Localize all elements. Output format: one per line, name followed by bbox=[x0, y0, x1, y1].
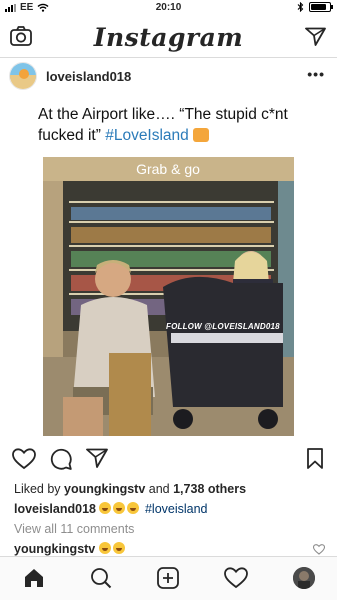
likes-count[interactable]: 1,738 others bbox=[173, 482, 246, 496]
activity-icon[interactable] bbox=[224, 567, 248, 589]
orange-heart-emoji-icon bbox=[193, 128, 210, 142]
liked-by-user[interactable]: youngkingstv bbox=[64, 482, 145, 496]
store-sign: Grab & go bbox=[136, 161, 200, 177]
home-icon[interactable] bbox=[23, 567, 45, 589]
bottom-tab-bar bbox=[0, 556, 337, 600]
caption-hashtag[interactable]: #loveisland bbox=[145, 502, 208, 516]
post-header: loveisland018 ••• bbox=[0, 58, 337, 96]
caption-username[interactable]: loveisland018 bbox=[14, 502, 96, 516]
search-icon[interactable] bbox=[90, 567, 112, 589]
liked-by-prefix: Liked by bbox=[14, 482, 65, 496]
post-username[interactable]: loveisland018 bbox=[46, 69, 131, 84]
comment-like-icon[interactable] bbox=[313, 544, 325, 555]
laughing-emoji-icon bbox=[98, 542, 111, 554]
new-post-icon[interactable] bbox=[157, 567, 179, 589]
post-actions bbox=[0, 446, 337, 476]
overlay-hashtag: #LoveIsland bbox=[105, 127, 189, 144]
laughing-emoji-icon bbox=[127, 502, 140, 514]
image-watermark: FOLLOW @LOVEISLAND018 bbox=[166, 322, 280, 331]
view-all-comments-link[interactable]: View all 11 comments bbox=[14, 522, 134, 536]
airport-photo: Grab & go bbox=[43, 157, 294, 436]
comment-icon[interactable] bbox=[50, 448, 72, 470]
share-icon[interactable] bbox=[86, 448, 108, 468]
avatar[interactable] bbox=[9, 62, 37, 90]
overlay-text-line1: At the Airport like…. “The stupid c*nt bbox=[38, 106, 288, 123]
direct-message-icon[interactable] bbox=[305, 27, 326, 46]
likes-summary: Liked by youngkingstv and 1,738 others bbox=[14, 482, 246, 496]
post-image[interactable]: At the Airport like…. “The stupid c*nt f… bbox=[0, 96, 337, 436]
battery-icon bbox=[309, 2, 333, 12]
top-navigation: Instagram bbox=[0, 16, 337, 58]
more-options-icon[interactable]: ••• bbox=[307, 66, 325, 82]
laughing-emoji-icon bbox=[113, 502, 126, 514]
status-time: 20:10 bbox=[155, 2, 182, 13]
bookmark-icon[interactable] bbox=[307, 448, 323, 469]
status-bar: EE 20:10 bbox=[0, 0, 337, 16]
heart-icon[interactable] bbox=[12, 448, 36, 470]
comment-username[interactable]: youngkingstv bbox=[14, 542, 95, 556]
laughing-emoji-icon bbox=[112, 542, 125, 554]
bluetooth-icon bbox=[297, 2, 304, 12]
overlay-text-line2: fucked it” bbox=[38, 127, 106, 144]
profile-avatar[interactable] bbox=[293, 567, 315, 589]
laughing-emoji-icon bbox=[99, 502, 112, 514]
image-caption-overlay: At the Airport like…. “The stupid c*nt f… bbox=[0, 104, 337, 146]
instagram-logo: Instagram bbox=[93, 23, 244, 52]
liked-by-and: and bbox=[145, 482, 174, 496]
comment-row: youngkingstv bbox=[14, 542, 127, 556]
post-caption: loveisland018 #loveisland bbox=[14, 502, 208, 516]
status-right bbox=[297, 2, 333, 12]
